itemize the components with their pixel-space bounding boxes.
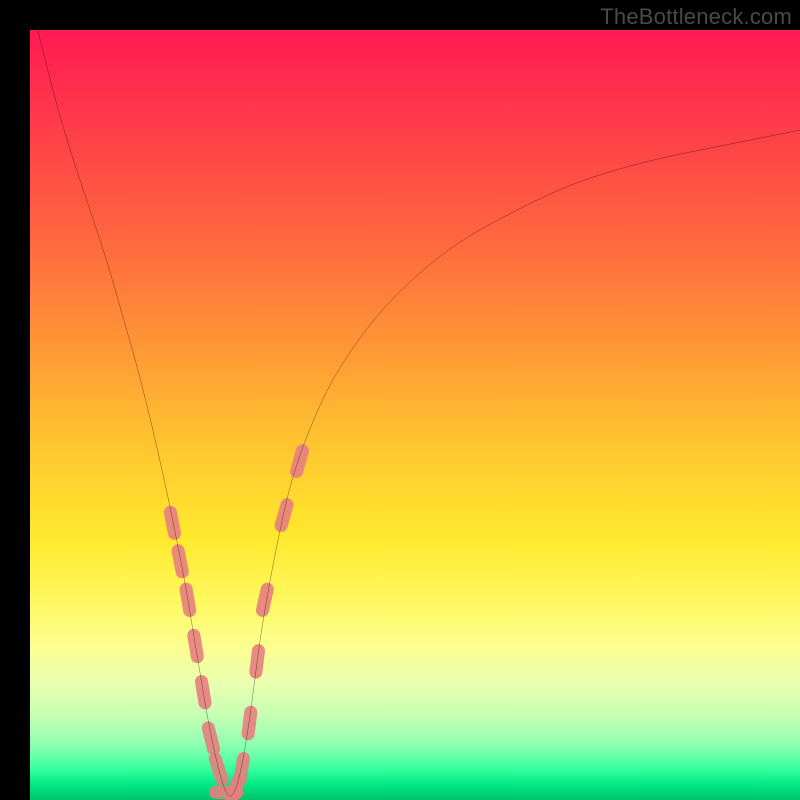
curve-marker xyxy=(281,505,287,526)
curve-marker xyxy=(178,551,182,572)
curve-marker xyxy=(297,451,303,472)
curve-marker xyxy=(208,728,213,749)
attribution-text: TheBottleneck.com xyxy=(600,4,792,30)
curve-marker xyxy=(248,712,251,733)
curve-marker xyxy=(240,759,244,780)
chart-frame: TheBottleneck.com xyxy=(0,0,800,800)
curve-svg xyxy=(30,30,800,800)
curve-marker xyxy=(170,512,174,533)
marker-group xyxy=(170,451,302,800)
plot-area xyxy=(30,30,800,800)
bottleneck-curve xyxy=(38,30,800,796)
